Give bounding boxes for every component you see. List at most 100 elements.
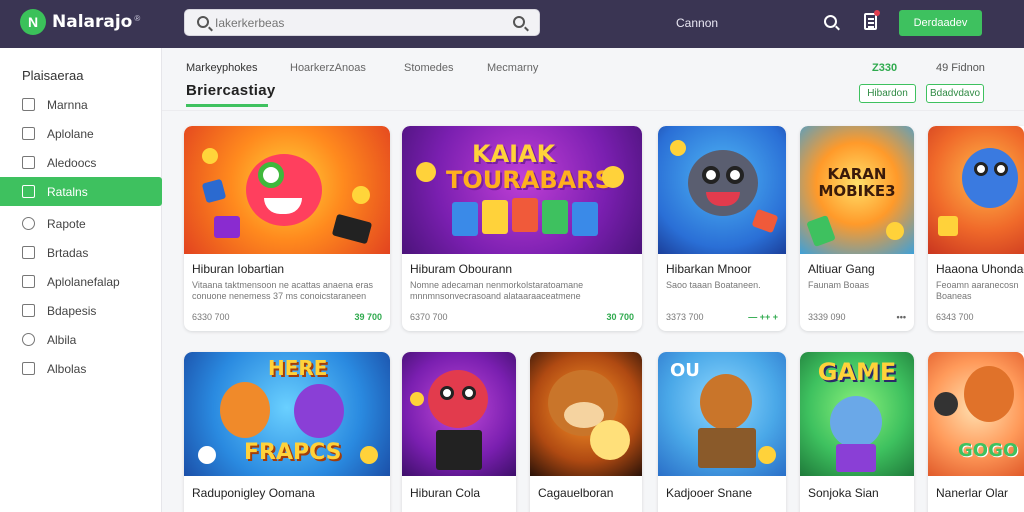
sidebar-item-label: Aplolane xyxy=(47,126,94,141)
square-icon xyxy=(22,98,35,111)
sidebar-item[interactable]: Aplolane xyxy=(0,119,162,148)
search-icon xyxy=(197,16,209,28)
game-rating: 30 700 xyxy=(606,312,634,322)
notification-badge xyxy=(874,10,880,16)
game-description: Saoo taaan Boataneen. xyxy=(666,280,761,290)
logo-mark: N xyxy=(20,9,46,35)
square-icon xyxy=(22,275,35,288)
square-icon xyxy=(22,127,35,140)
sidebar-item-label: Rapote xyxy=(47,216,86,231)
tab[interactable]: HoarkerzAnoas xyxy=(290,62,366,74)
sidebar-item-active[interactable]: Ratalns xyxy=(0,177,162,206)
top-navigation-bar: N Nalarajo ® Cannon Derdaadev xyxy=(0,0,1024,48)
game-thumbnail xyxy=(928,126,1024,254)
art-title: OU xyxy=(670,360,700,381)
game-card[interactable]: GOGO Nanerlar Olar xyxy=(928,352,1024,512)
search-icon[interactable] xyxy=(824,15,837,28)
game-thumbnail: HERE FRAPCS xyxy=(184,352,390,476)
game-card[interactable]: KARAN MOBIKE3 Altiuar Gang Faunam Boaas … xyxy=(800,126,914,331)
sidebar-title: Plaisaeraa xyxy=(22,68,84,83)
game-description: Feoamn aaranecosn Boaneas xyxy=(936,280,1019,301)
stat-label: 49 Fidnon xyxy=(936,62,985,74)
game-thumbnail: GAME xyxy=(800,352,914,476)
square-icon xyxy=(22,246,35,259)
game-title: Haaona Uhondaoaao xyxy=(936,262,1024,276)
game-title: Nanerlar Olar xyxy=(936,486,1009,500)
game-title: Cagauelboran xyxy=(538,486,614,500)
game-description: Vitaana taktmensoon ne acattas anaena er… xyxy=(192,280,373,301)
top-nav-link[interactable]: Cannon xyxy=(676,16,718,30)
circle-icon xyxy=(22,217,35,230)
app-logo[interactable]: N Nalarajo ® xyxy=(20,9,140,35)
art-title: KARAN MOBIKE3 xyxy=(818,165,896,200)
sidebar-item-label: Bdapesis xyxy=(47,303,97,318)
sidebar-item[interactable]: Brtadas xyxy=(0,238,162,267)
game-meta: 6330 700 xyxy=(192,312,230,322)
game-card[interactable]: HERE FRAPCS Raduponigley Oomana xyxy=(184,352,390,512)
sidebar-item[interactable]: Rapote xyxy=(0,209,162,238)
game-card[interactable]: Cagauelboran xyxy=(530,352,642,512)
game-card[interactable]: KAIAK TOURABARS Hiburam Obourann Nomne a… xyxy=(402,126,642,331)
art-title-top: KAIAK xyxy=(472,140,556,168)
tab[interactable]: Markeyphokes xyxy=(186,62,258,74)
sidebar-item-label: Albila xyxy=(47,332,77,347)
sort-button[interactable]: Bdadvdavo xyxy=(926,84,984,103)
game-title: Hiburam Obourann xyxy=(410,262,513,276)
square-icon xyxy=(22,156,35,169)
square-icon xyxy=(22,362,35,375)
game-thumbnail xyxy=(184,126,390,254)
sidebar-item[interactable]: Aplolanefalap xyxy=(0,267,162,296)
tab[interactable]: Mecmarny xyxy=(487,62,538,74)
game-card[interactable]: Hibarkan Mnoor Saoo taaan Boataneen. 337… xyxy=(658,126,786,331)
primary-action-button[interactable]: Derdaadev xyxy=(899,10,982,36)
game-thumbnail xyxy=(530,352,642,476)
filter-button[interactable]: Hibardon xyxy=(859,84,916,103)
search-submit-icon[interactable] xyxy=(513,16,525,28)
game-card[interactable]: Haaona Uhondaoaao Feoamn aaranecosn Boan… xyxy=(928,126,1024,331)
divider xyxy=(162,110,1024,111)
art-title: GOGO xyxy=(958,440,1019,461)
game-title: Hiburan Iobartian xyxy=(192,262,285,276)
more-options-icon[interactable]: ••• xyxy=(897,312,906,322)
game-title: Kadjooer Snane xyxy=(666,486,753,500)
game-card[interactable]: Hiburan Cola xyxy=(402,352,516,512)
notifications-icon[interactable] xyxy=(864,10,880,30)
section-title: Briercastiay xyxy=(186,82,276,99)
art-title-bottom: TOURABARS xyxy=(446,166,612,194)
game-title: Hibarkan Mnoor xyxy=(666,262,752,276)
sidebar-item-label: Aledoocs xyxy=(47,155,97,170)
art-title-bottom: FRAPCS xyxy=(244,440,342,465)
game-thumbnail xyxy=(658,126,786,254)
logo-text: Nalarajo xyxy=(52,12,133,32)
game-thumbnail: GOGO xyxy=(928,352,1024,476)
game-rating: 39 700 xyxy=(354,312,382,322)
stat-value: Z330 xyxy=(872,62,898,74)
game-meta: 6370 700 xyxy=(410,312,448,322)
circle-icon xyxy=(22,333,35,346)
sidebar-item[interactable]: Bdapesis xyxy=(0,296,162,325)
sidebar-item-label: Brtadas xyxy=(47,245,89,260)
game-description: Faunam Boaas xyxy=(808,280,870,290)
game-title: Raduponigley Oomana xyxy=(192,486,315,500)
tab[interactable]: Stomedes xyxy=(404,62,454,74)
game-rating: — ++ + xyxy=(748,312,778,322)
square-icon xyxy=(22,304,35,317)
sidebar-item[interactable]: Albolas xyxy=(0,354,162,383)
search-bar[interactable] xyxy=(184,9,540,36)
game-card[interactable]: Hiburan Iobartian Vitaana taktmensoon ne… xyxy=(184,126,390,331)
game-card[interactable]: OU Kadjooer Snane xyxy=(658,352,786,512)
search-input[interactable] xyxy=(215,14,495,32)
sidebar: Plaisaeraa Marnna Aplolane Aledoocs Rata… xyxy=(0,48,162,512)
sidebar-item[interactable]: Marnna xyxy=(0,90,162,119)
game-thumbnail xyxy=(402,352,516,476)
sidebar-item[interactable]: Albila xyxy=(0,325,162,354)
game-title: Hiburan Cola xyxy=(410,486,481,500)
game-meta: 3373 700 xyxy=(666,312,704,322)
game-card[interactable]: GAME Sonjoka Sian xyxy=(800,352,914,512)
game-meta: 6343 700 xyxy=(936,312,974,322)
sidebar-item[interactable]: Aledoocs xyxy=(0,148,162,177)
game-description: Nomne adecaman nenmorkolstaratoamane mnn… xyxy=(410,280,584,301)
art-title: GAME xyxy=(817,358,897,386)
game-meta: 3339 090 xyxy=(808,312,846,322)
game-thumbnail: KAIAK TOURABARS xyxy=(402,126,642,254)
